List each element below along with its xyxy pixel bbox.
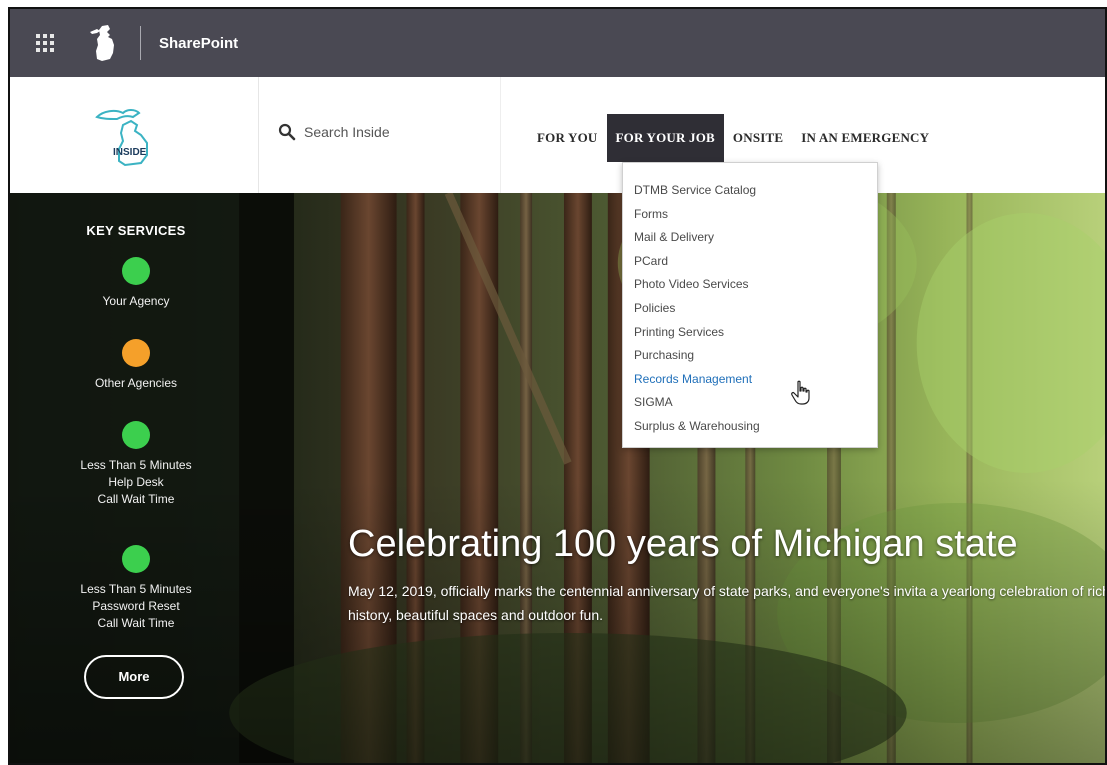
hero-subtext: May 12, 2019, officially marks the cente… [348, 583, 1105, 623]
nav-in-an-emergency[interactable]: IN AN EMERGENCY [792, 114, 938, 162]
key-service-password-reset[interactable]: Less Than 5 Minutes Password Reset Call … [10, 545, 262, 632]
inside-logo-icon[interactable]: INSIDE [89, 95, 179, 175]
status-dot-icon [122, 339, 150, 367]
dropdown-item[interactable]: Printing Services [623, 321, 877, 345]
top-navigation: FOR YOU FOR YOUR JOB ONSITE IN AN EMERGE… [528, 114, 938, 162]
key-service-label: Other Agencies [94, 376, 178, 390]
key-services-title: KEY SERVICES [86, 223, 186, 238]
nav-for-your-job[interactable]: FOR YOUR JOB [606, 114, 724, 162]
dropdown-item[interactable]: Purchasing [623, 344, 877, 368]
hero-heading[interactable]: Celebrating 100 years of Michigan state [348, 523, 1018, 566]
logo-text: INSIDE [113, 147, 147, 158]
key-service-other-agencies[interactable]: Other Agencies [10, 339, 262, 392]
michigan-logo-icon[interactable] [88, 23, 122, 63]
key-service-label: Your Agency [102, 294, 170, 308]
dropdown-item[interactable]: Mail & Delivery [623, 226, 877, 250]
dropdown-item[interactable]: SIGMA [623, 391, 877, 415]
app-launcher-icon[interactable] [36, 34, 54, 52]
header-divider [500, 77, 501, 193]
search-box[interactable]: Search Inside [278, 123, 390, 141]
dropdown-item[interactable]: PCard [623, 250, 877, 274]
search-icon [278, 123, 296, 141]
key-service-label: Less Than 5 Minutes Password Reset Call … [80, 582, 192, 630]
suite-bar: SharePoint [10, 9, 1105, 77]
key-service-label: Less Than 5 Minutes Help Desk Call Wait … [80, 458, 192, 506]
suite-app-title[interactable]: SharePoint [159, 35, 238, 52]
dropdown-item[interactable]: Surplus & Warehousing [623, 415, 877, 439]
dropdown-item[interactable]: Forms [623, 203, 877, 227]
hero-banner[interactable]: KEY SERVICES Your Agency Other Agencies … [10, 193, 1105, 763]
status-dot-icon [122, 421, 150, 449]
dropdown-item[interactable]: Policies [623, 297, 877, 321]
nav-for-you[interactable]: FOR YOU [528, 114, 607, 162]
browser-frame: SharePoint INSIDE Search Inside FOR YOU … [8, 7, 1107, 765]
dropdown-item[interactable]: Photo Video Services [623, 273, 877, 297]
search-placeholder[interactable]: Search Inside [304, 124, 390, 140]
status-dot-icon [122, 257, 150, 285]
more-button[interactable]: More [84, 655, 184, 699]
hand-pointer-cursor-icon [791, 380, 810, 405]
site-logo[interactable]: INSIDE [10, 77, 259, 193]
key-service-your-agency[interactable]: Your Agency [10, 257, 262, 310]
nav-onsite[interactable]: ONSITE [724, 114, 792, 162]
dropdown-item[interactable]: DTMB Service Catalog [623, 179, 877, 203]
site-header: INSIDE Search Inside FOR YOU FOR YOUR JO… [10, 77, 1105, 194]
dropdown-item-records-management[interactable]: Records Management [623, 368, 877, 392]
for-your-job-dropdown: DTMB Service Catalog Forms Mail & Delive… [622, 162, 878, 448]
suite-divider [140, 26, 141, 60]
key-services-panel: KEY SERVICES Your Agency Other Agencies … [10, 193, 262, 763]
status-dot-icon [122, 545, 150, 573]
key-service-help-desk[interactable]: Less Than 5 Minutes Help Desk Call Wait … [10, 421, 262, 508]
